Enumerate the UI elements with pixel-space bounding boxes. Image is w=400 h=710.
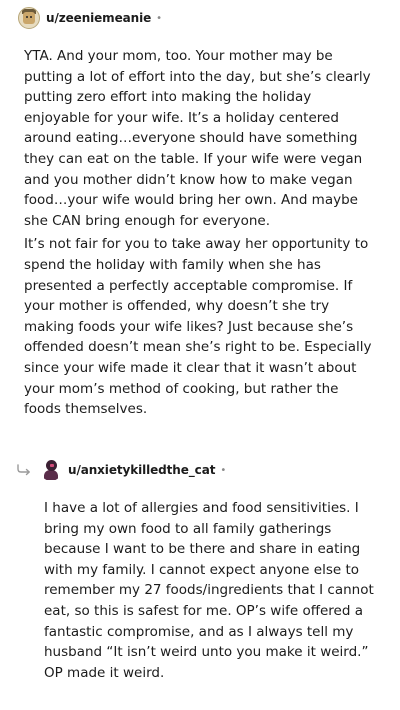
comment-header: u/anxietykilledthe_cat • (0, 458, 400, 482)
user-avatar-icon[interactable] (18, 7, 40, 29)
separator-dot: • (220, 464, 227, 476)
avatar-eye (30, 16, 32, 18)
reply-comment: u/anxietykilledthe_cat • I have a lot of… (0, 458, 400, 683)
comment-author[interactable]: u/anxietykilledthe_cat (68, 463, 215, 477)
separator-dot: • (156, 12, 163, 24)
reply-arrow-icon (17, 464, 30, 476)
comment-paragraph: It’s not fair for you to take away her o… (24, 236, 372, 418)
avatar-body (44, 470, 58, 480)
comment-author[interactable]: u/zeeniemeanie (46, 11, 151, 25)
avatar-eye (26, 16, 28, 18)
avatar-accent (50, 464, 54, 467)
comment: u/zeeniemeanie • YTA. And your mom, too.… (0, 6, 400, 420)
avatar-face (23, 12, 35, 24)
user-avatar-icon[interactable] (40, 459, 62, 481)
comment-body: YTA. And your mom, too. Your mother may … (24, 46, 374, 420)
comment-header: u/zeeniemeanie • (0, 6, 400, 30)
comment-paragraph: YTA. And your mom, too. Your mother may … (24, 48, 371, 229)
comment-body: I have a lot of allergies and food sensi… (44, 498, 378, 683)
comment-paragraph: I have a lot of allergies and food sensi… (44, 500, 374, 681)
